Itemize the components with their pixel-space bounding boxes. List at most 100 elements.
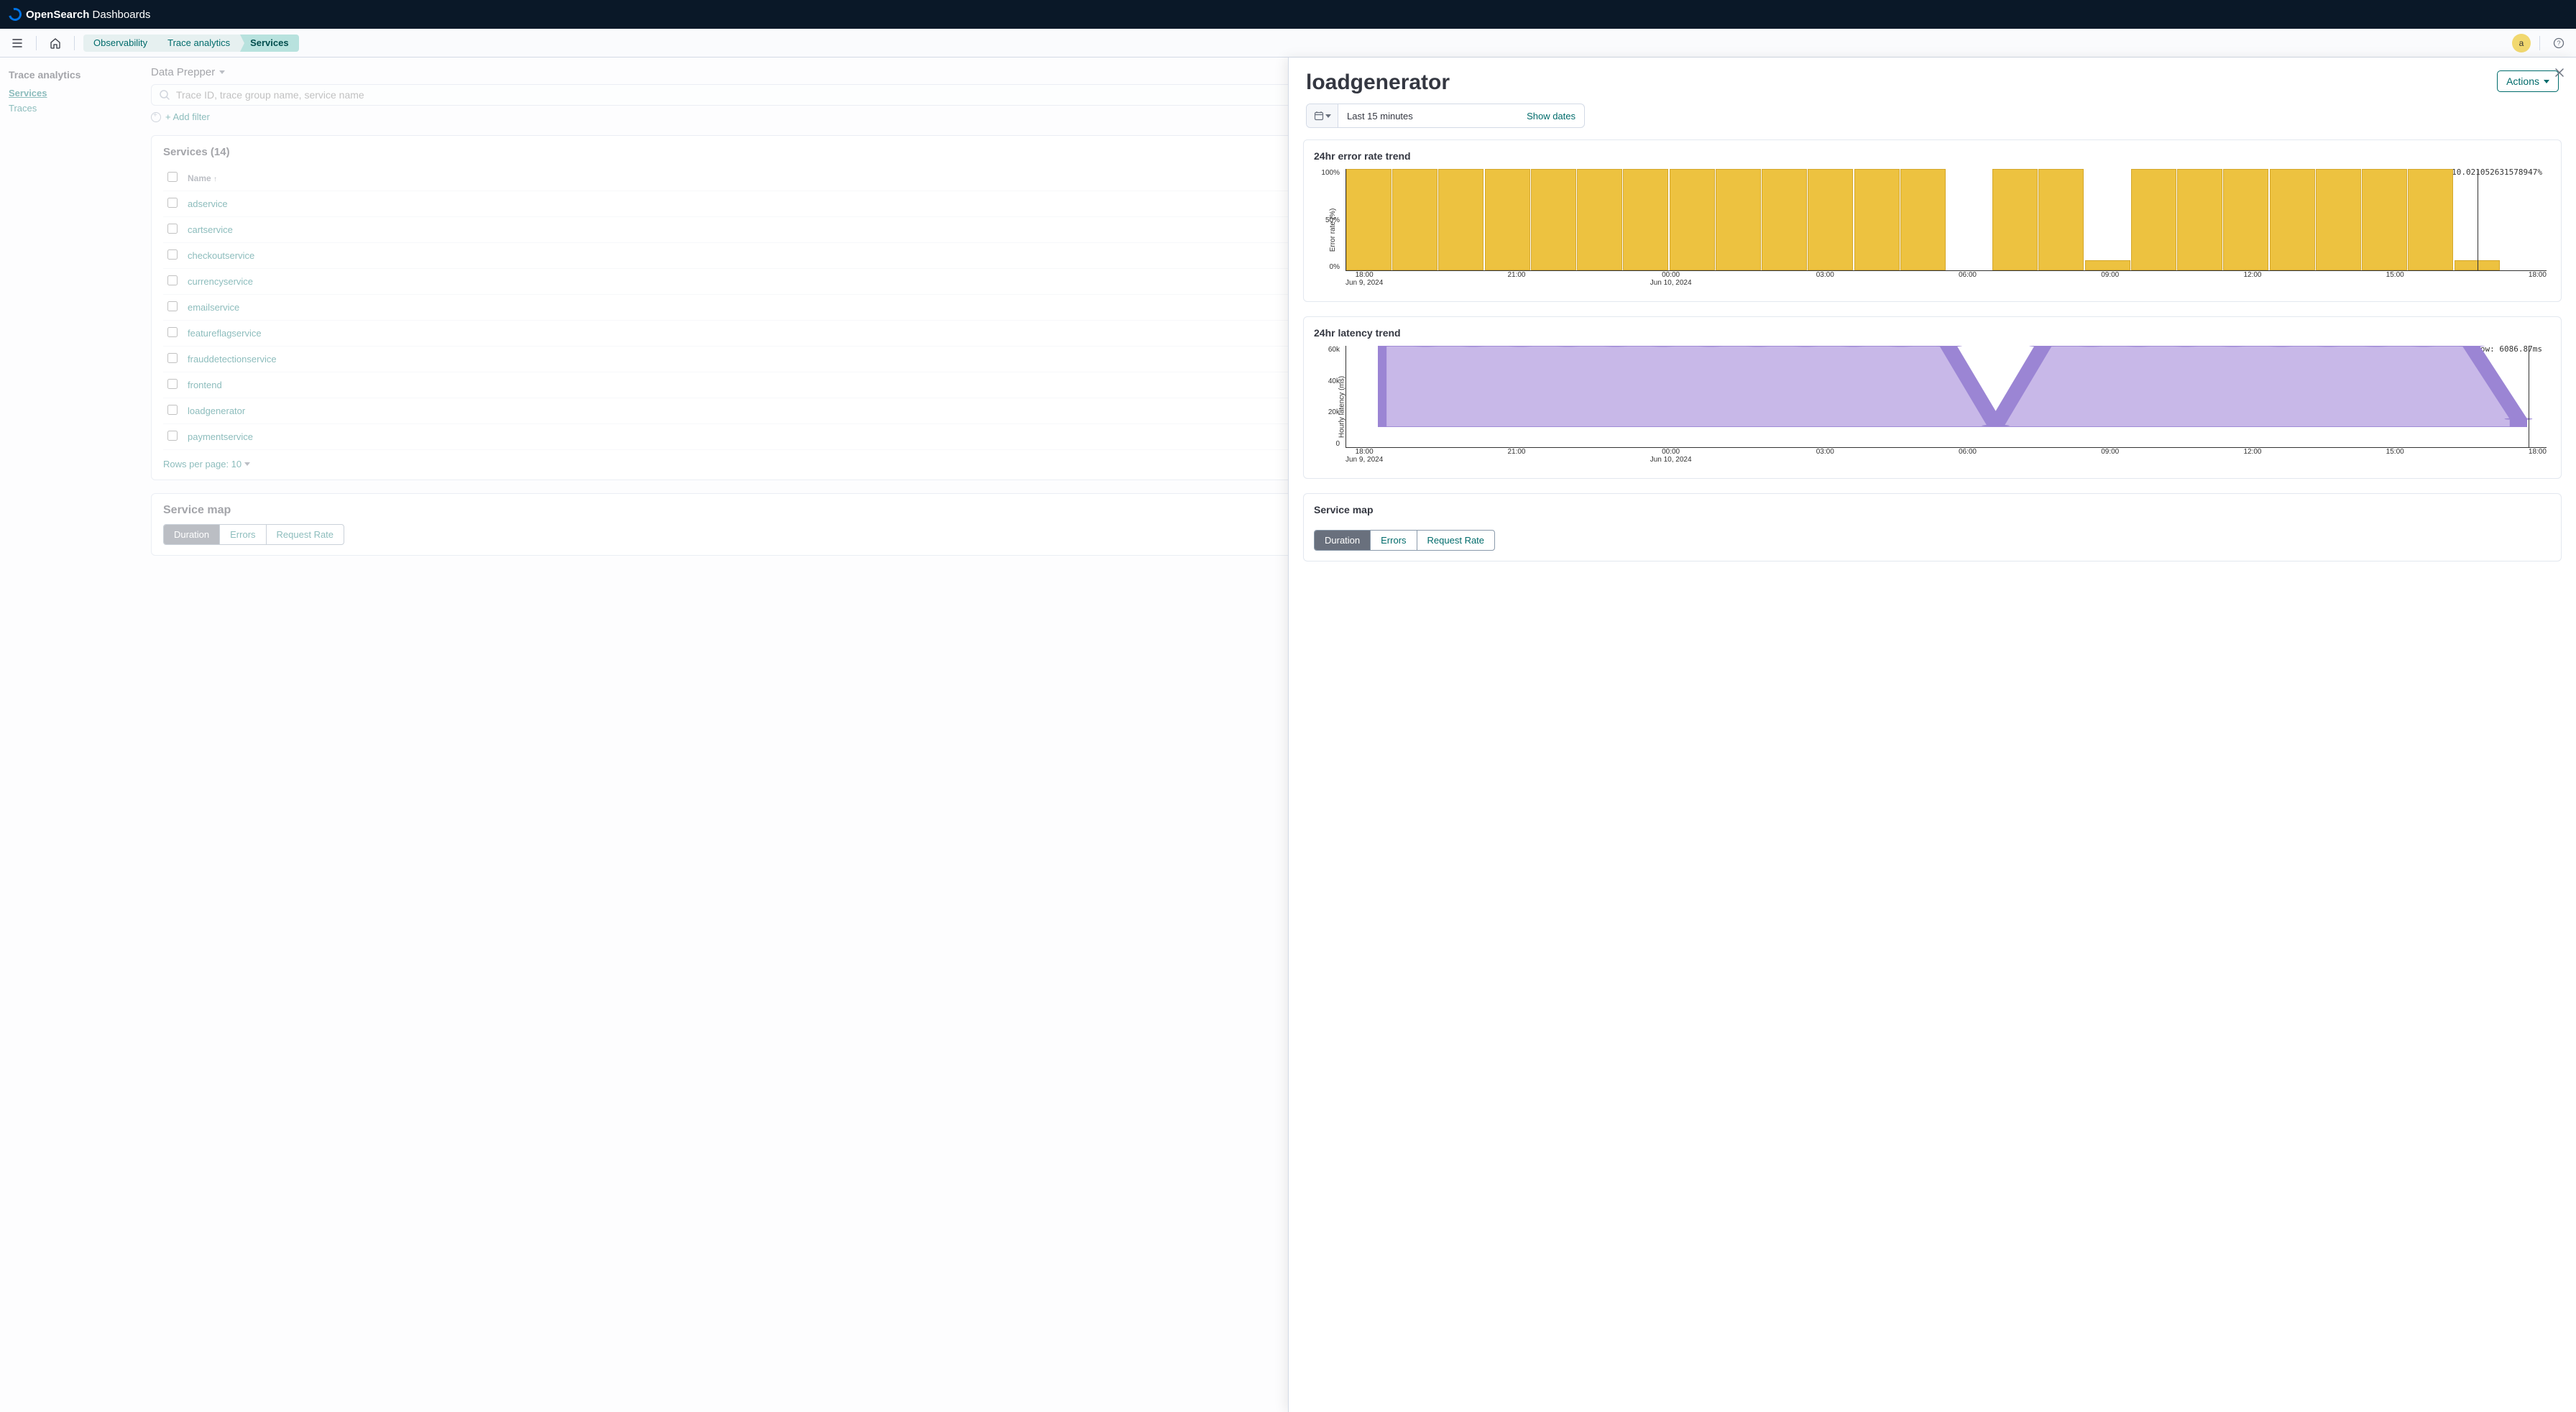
row-checkbox[interactable] [167,353,178,363]
avatar[interactable]: a [2512,34,2531,52]
calendar-icon[interactable] [1307,104,1338,127]
show-dates-link[interactable]: Show dates [1518,111,1584,122]
error-bar [1716,169,1761,270]
chevron-down-icon [219,70,225,74]
xtick: 15:00 [2386,448,2404,468]
error-bar [2408,169,2453,270]
error-bar [1854,169,1900,270]
xtick: 00:00Jun 10, 2024 [1650,271,1692,291]
rows-per-page-label: Rows per page: 10 [163,459,242,469]
service-link[interactable]: cartservice [188,224,233,235]
flyout-panel: loadgenerator Actions Last 15 minutes Sh… [1288,58,2576,1412]
error-bar [2316,169,2361,270]
row-checkbox[interactable] [167,405,178,415]
service-map-tabs: Duration Errors Request Rate [163,524,344,545]
fly-tab-request-rate[interactable]: Request Rate [1417,531,1495,550]
leftnav-heading: Trace analytics [9,69,125,81]
row-checkbox[interactable] [167,301,178,311]
datasource-label: Data Prepper [151,66,215,78]
help-icon[interactable]: ? [2549,33,2569,53]
error-rate-title: 24hr error rate trend [1314,150,2551,162]
error-bar [2362,169,2407,270]
service-link[interactable]: emailservice [188,302,239,313]
service-link[interactable]: featureflagservice [188,328,262,339]
latency-plot-area: Now: 6086.87ms [1346,346,2547,448]
logo-icon [6,6,24,24]
service-link[interactable]: adservice [188,198,228,209]
tab-request-rate[interactable]: Request Rate [267,525,344,544]
xtick: 12:00 [2243,448,2261,468]
leftnav-traces[interactable]: Traces [9,103,125,114]
actions-button[interactable]: Actions [2497,70,2559,92]
error-bar [1900,169,1946,270]
crumb-services[interactable]: Services [240,35,299,52]
divider [2539,36,2540,50]
error-bar [1670,169,1715,270]
row-checkbox[interactable] [167,275,178,285]
search-icon [159,89,170,101]
col-name[interactable]: Name ↑ [183,165,970,191]
flyout-service-map-panel: Service map Duration Errors Request Rate [1303,493,2562,561]
error-bar [1808,169,1853,270]
tab-duration[interactable]: Duration [164,525,220,544]
xtick: 09:00 [2101,448,2119,468]
xtick: 12:00 [2243,271,2261,291]
time-range-label: Last 15 minutes [1338,111,1518,122]
error-bar [1531,169,1576,270]
error-bar [1392,169,1438,270]
row-checkbox[interactable] [167,379,178,389]
xtick: 21:00 [1507,271,1525,291]
fly-tab-errors[interactable]: Errors [1371,531,1417,550]
row-checkbox[interactable] [167,431,178,441]
xtick: 15:00 [2386,271,2404,291]
row-checkbox[interactable] [167,249,178,260]
service-link[interactable]: checkoutservice [188,250,254,261]
fly-tab-duration[interactable]: Duration [1315,531,1371,550]
svg-text:?: ? [2557,40,2560,47]
crumb-observability[interactable]: Observability [83,35,157,52]
service-link[interactable]: loadgenerator [188,405,245,416]
menu-icon[interactable] [7,33,27,53]
service-link[interactable]: frauddetectionservice [188,354,277,365]
error-bar [2270,169,2315,270]
flyout-body: 24hr error rate trend Error rate (%) 100… [1289,139,2576,1412]
flyout-service-map-tabs: Duration Errors Request Rate [1314,530,1495,551]
row-checkbox[interactable] [167,224,178,234]
chevron-down-icon [2544,80,2549,83]
row-checkbox[interactable] [167,327,178,337]
error-bar [1485,169,1530,270]
error-plot-area: Now: 10.021052631578947% [1346,169,2547,271]
error-yaxis: 100% 50% 0% [1314,169,1343,271]
xtick: 09:00 [2101,271,2119,291]
brand-bold: OpenSearch [26,9,89,21]
service-link[interactable]: paymentservice [188,431,253,442]
brand-light: Dashboards [89,9,150,21]
error-bar [2085,260,2130,270]
close-flyout-button[interactable] [2552,65,2567,81]
flyout-title: loadgenerator [1306,70,1450,95]
flyout-header: loadgenerator Actions [1289,58,2576,104]
home-icon[interactable] [45,33,65,53]
filter-icon [151,112,161,122]
latency-panel: 24hr latency trend Hourly latency (ms) 6… [1303,316,2562,479]
brand-logo[interactable]: OpenSearch Dashboards [9,8,150,21]
latency-yaxis: 60k 40k 20k 0 [1314,346,1343,448]
error-bar [2038,169,2084,270]
error-bar [2131,169,2176,270]
time-picker[interactable]: Last 15 minutes Show dates [1306,104,1585,128]
select-all-checkbox[interactable] [167,172,178,182]
divider [74,36,75,50]
divider [36,36,37,50]
error-xaxis: 18:00Jun 9, 202421:0000:00Jun 10, 202403… [1346,271,2547,291]
error-bar [1577,169,1622,270]
leftnav-services[interactable]: Services [9,88,125,98]
breadcrumb-bar: Observability Trace analytics Services a… [0,29,2576,58]
tab-errors[interactable]: Errors [220,525,266,544]
error-rate-chart: Error rate (%) 100% 50% 0% Now: 10.02105… [1314,169,2551,291]
crumb-trace-analytics[interactable]: Trace analytics [157,35,240,52]
datasource-select[interactable]: Data Prepper [151,66,225,78]
service-link[interactable]: frontend [188,380,222,390]
service-link[interactable]: currencyservice [188,276,253,287]
latency-chart: Hourly latency (ms) 60k 40k 20k 0 Now: 6… [1314,346,2551,468]
row-checkbox[interactable] [167,198,178,208]
